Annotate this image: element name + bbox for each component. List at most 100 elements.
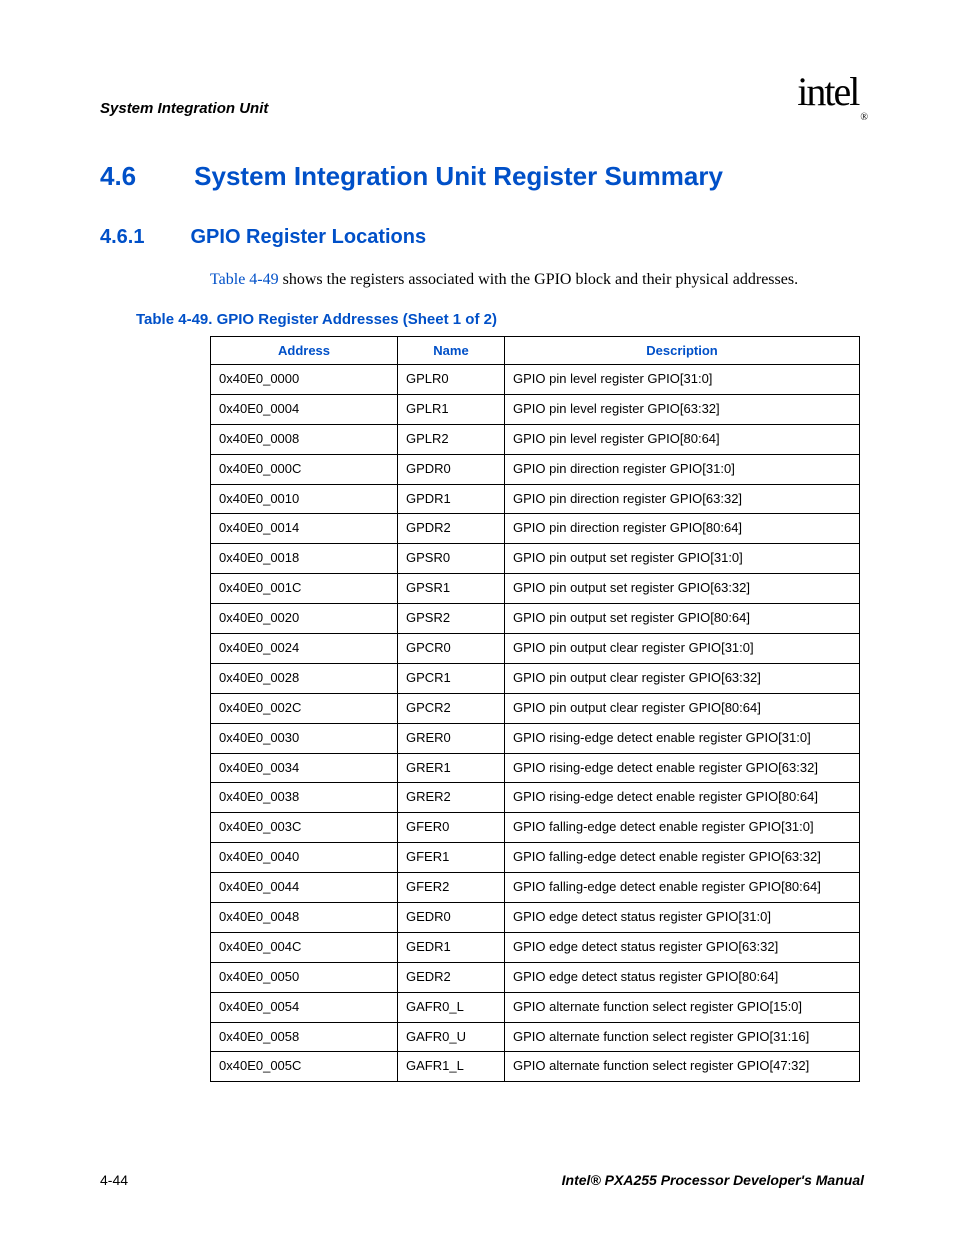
- cell-name: GPCR2: [398, 693, 505, 723]
- table-row: 0x40E0_0030GRER0GPIO rising-edge detect …: [211, 723, 860, 753]
- table-row: 0x40E0_0054GAFR0_LGPIO alternate functio…: [211, 992, 860, 1022]
- cell-address: 0x40E0_0008: [211, 424, 398, 454]
- intro-rest: shows the registers associated with the …: [279, 271, 798, 288]
- cell-address: 0x40E0_0050: [211, 962, 398, 992]
- cell-description: GPIO pin level register GPIO[31:0]: [505, 365, 860, 395]
- cell-description: GPIO pin level register GPIO[63:32]: [505, 394, 860, 424]
- cell-address: 0x40E0_0014: [211, 514, 398, 544]
- table-row: 0x40E0_000CGPDR0GPIO pin direction regis…: [211, 454, 860, 484]
- cell-name: GPSR1: [398, 574, 505, 604]
- cell-name: GPDR2: [398, 514, 505, 544]
- cell-name: GAFR0_L: [398, 992, 505, 1022]
- cell-description: GPIO pin output clear register GPIO[80:6…: [505, 693, 860, 723]
- table-row: 0x40E0_003CGFER0GPIO falling-edge detect…: [211, 813, 860, 843]
- cell-name: GAFR1_L: [398, 1052, 505, 1082]
- cell-address: 0x40E0_000C: [211, 454, 398, 484]
- table-row: 0x40E0_002CGPCR2GPIO pin output clear re…: [211, 693, 860, 723]
- cell-address: 0x40E0_001C: [211, 574, 398, 604]
- intel-logo-mark: ®: [860, 112, 866, 123]
- intel-logo: intel®: [797, 68, 864, 117]
- table-row: 0x40E0_0034GRER1GPIO rising-edge detect …: [211, 753, 860, 783]
- table-row: 0x40E0_0050GEDR2GPIO edge detect status …: [211, 962, 860, 992]
- cell-name: GPCR1: [398, 663, 505, 693]
- cell-description: GPIO pin level register GPIO[80:64]: [505, 424, 860, 454]
- cell-address: 0x40E0_0000: [211, 365, 398, 395]
- heading-2-text: GPIO Register Locations: [190, 226, 426, 249]
- table-row: 0x40E0_0024GPCR0GPIO pin output clear re…: [211, 634, 860, 664]
- cell-description: GPIO pin output set register GPIO[80:64]: [505, 604, 860, 634]
- cell-name: GPDR1: [398, 484, 505, 514]
- table-row: 0x40E0_0008GPLR2GPIO pin level register …: [211, 424, 860, 454]
- cell-name: GPCR0: [398, 634, 505, 664]
- cell-description: GPIO alternate function select register …: [505, 1022, 860, 1052]
- table-row: 0x40E0_0048GEDR0GPIO edge detect status …: [211, 903, 860, 933]
- cell-name: GAFR0_U: [398, 1022, 505, 1052]
- table-row: 0x40E0_005CGAFR1_LGPIO alternate functio…: [211, 1052, 860, 1082]
- cell-description: GPIO pin direction register GPIO[80:64]: [505, 514, 860, 544]
- intel-logo-text: intel: [797, 69, 858, 114]
- page-header: System Integration Unit intel®: [100, 68, 864, 117]
- cell-name: GEDR2: [398, 962, 505, 992]
- col-header-description: Description: [505, 337, 860, 365]
- table-row: 0x40E0_0040GFER1GPIO falling-edge detect…: [211, 843, 860, 873]
- heading-1: 4.6 System Integration Unit Register Sum…: [100, 161, 864, 192]
- table-row: 0x40E0_0020GPSR2GPIO pin output set regi…: [211, 604, 860, 634]
- heading-2-number: 4.6.1: [100, 226, 144, 249]
- cell-name: GRER1: [398, 753, 505, 783]
- cell-description: GPIO rising-edge detect enable register …: [505, 783, 860, 813]
- heading-2: 4.6.1 GPIO Register Locations: [100, 226, 864, 249]
- cell-address: 0x40E0_004C: [211, 932, 398, 962]
- cell-description: GPIO alternate function select register …: [505, 1052, 860, 1082]
- cell-name: GPDR0: [398, 454, 505, 484]
- intro-paragraph: Table 4-49 shows the registers associate…: [210, 271, 864, 289]
- cell-name: GPLR0: [398, 365, 505, 395]
- table-row: 0x40E0_0010GPDR1GPIO pin direction regis…: [211, 484, 860, 514]
- table-row: 0x40E0_004CGEDR1GPIO edge detect status …: [211, 932, 860, 962]
- table-caption: Table 4-49. GPIO Register Addresses (She…: [136, 311, 864, 328]
- page-footer: 4-44 Intel® PXA255 Processor Developer's…: [100, 1172, 864, 1188]
- cell-name: GEDR1: [398, 932, 505, 962]
- cell-description: GPIO falling-edge detect enable register…: [505, 843, 860, 873]
- cell-description: GPIO pin direction register GPIO[31:0]: [505, 454, 860, 484]
- cell-description: GPIO rising-edge detect enable register …: [505, 753, 860, 783]
- cell-name: GRER2: [398, 783, 505, 813]
- cell-address: 0x40E0_0054: [211, 992, 398, 1022]
- table-row: 0x40E0_001CGPSR1GPIO pin output set regi…: [211, 574, 860, 604]
- cell-address: 0x40E0_0010: [211, 484, 398, 514]
- cell-description: GPIO pin output set register GPIO[63:32]: [505, 574, 860, 604]
- cell-name: GPSR0: [398, 544, 505, 574]
- cell-name: GEDR0: [398, 903, 505, 933]
- cell-description: GPIO edge detect status register GPIO[31…: [505, 903, 860, 933]
- cell-address: 0x40E0_0058: [211, 1022, 398, 1052]
- cell-name: GPLR2: [398, 424, 505, 454]
- gpio-register-table: Address Name Description 0x40E0_0000GPLR…: [210, 336, 860, 1082]
- cell-address: 0x40E0_0020: [211, 604, 398, 634]
- cell-address: 0x40E0_0044: [211, 873, 398, 903]
- cell-name: GFER0: [398, 813, 505, 843]
- cell-description: GPIO pin output set register GPIO[31:0]: [505, 544, 860, 574]
- table-row: 0x40E0_0038GRER2GPIO rising-edge detect …: [211, 783, 860, 813]
- cell-address: 0x40E0_0040: [211, 843, 398, 873]
- col-header-name: Name: [398, 337, 505, 365]
- cell-description: GPIO falling-edge detect enable register…: [505, 813, 860, 843]
- heading-1-text: System Integration Unit Register Summary: [194, 161, 723, 192]
- cell-description: GPIO alternate function select register …: [505, 992, 860, 1022]
- table-header-row: Address Name Description: [211, 337, 860, 365]
- table-row: 0x40E0_0058GAFR0_UGPIO alternate functio…: [211, 1022, 860, 1052]
- table-row: 0x40E0_0044GFER2GPIO falling-edge detect…: [211, 873, 860, 903]
- heading-1-number: 4.6: [100, 161, 136, 192]
- table-ref-link[interactable]: Table 4-49: [210, 271, 279, 288]
- cell-description: GPIO rising-edge detect enable register …: [505, 723, 860, 753]
- table-row: 0x40E0_0018GPSR0GPIO pin output set regi…: [211, 544, 860, 574]
- cell-address: 0x40E0_0048: [211, 903, 398, 933]
- cell-address: 0x40E0_0034: [211, 753, 398, 783]
- cell-description: GPIO falling-edge detect enable register…: [505, 873, 860, 903]
- cell-name: GFER2: [398, 873, 505, 903]
- cell-name: GPLR1: [398, 394, 505, 424]
- table-row: 0x40E0_0014GPDR2GPIO pin direction regis…: [211, 514, 860, 544]
- footer-page-number: 4-44: [100, 1172, 128, 1188]
- cell-description: GPIO pin output clear register GPIO[63:3…: [505, 663, 860, 693]
- cell-address: 0x40E0_0038: [211, 783, 398, 813]
- cell-address: 0x40E0_005C: [211, 1052, 398, 1082]
- cell-address: 0x40E0_003C: [211, 813, 398, 843]
